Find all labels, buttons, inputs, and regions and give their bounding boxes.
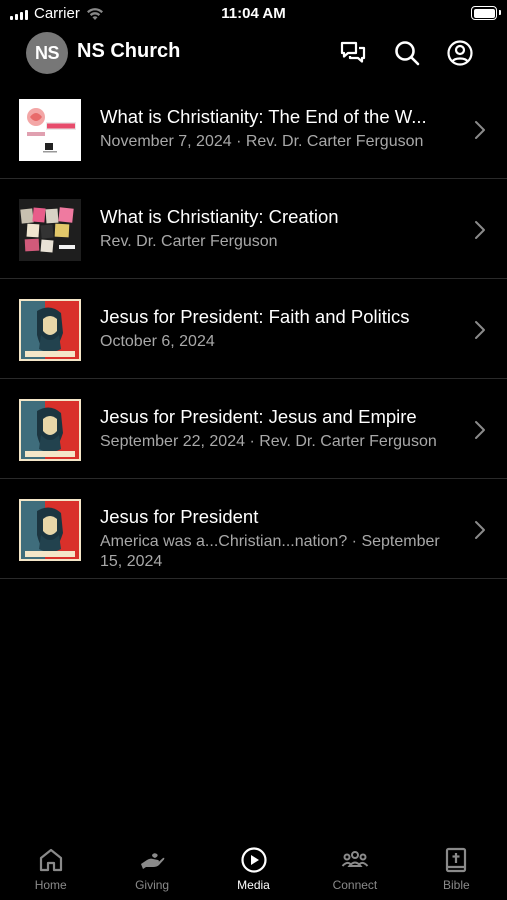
sermon-thumbnail-art [19,99,81,161]
tab-media[interactable]: Media [203,840,304,900]
tab-label: Connect [332,878,378,892]
tab-label: Media [237,878,270,892]
jesus-poster-thumbnail-art [19,299,81,361]
media-list: What is Christianity: The End of the W..… [0,79,507,579]
app-title: NS Church [77,40,181,62]
media-title: Jesus for President: Jesus and Empire [100,406,417,427]
media-thumbnail [19,399,81,461]
media-title: Jesus for President [100,506,259,527]
giving-icon [141,853,165,869]
media-thumbnail [19,199,81,261]
chevron-right-icon [475,221,485,239]
tab-label: Giving [135,878,170,892]
user-circle-icon [447,40,473,66]
search-icon [395,41,420,66]
messages-button[interactable] [338,38,368,68]
people-icon [341,851,369,867]
church-logo[interactable]: NS [26,32,68,74]
tab-bar: Home Giving Media Connect Bible [0,840,507,900]
jesus-poster-thumbnail-art [19,399,81,461]
status-bar: Carrier 11:04 AM [0,0,507,28]
media-subtitle: October 6, 2024 [100,333,215,350]
tab-connect[interactable]: Connect [304,840,405,900]
tab-home[interactable]: Home [0,840,101,900]
media-thumbnail [19,99,81,161]
status-time: 11:04 AM [221,5,286,22]
media-subtitle: November 7, 2024 · Rev. Dr. Carter Fergu… [100,133,424,150]
media-title: What is Christianity: Creation [100,206,339,227]
play-icon [240,847,267,873]
media-subtitle: September 22, 2024 · Rev. Dr. Carter Fer… [100,433,437,450]
chevron-right-icon [475,421,485,439]
media-item[interactable]: Jesus for President: Jesus and Empire Se… [0,379,507,479]
search-button[interactable] [392,38,422,68]
media-thumbnail [19,299,81,361]
media-subtitle: Rev. Dr. Carter Ferguson [100,233,278,250]
media-subtitle: America was a...Christian...nation? · Se… [100,533,440,570]
bible-icon [446,847,467,873]
media-item[interactable]: Jesus for President America was a...Chri… [0,479,507,579]
tab-label: Bible [442,878,470,892]
chevron-right-icon [475,121,485,139]
home-icon [39,848,62,872]
media-item[interactable]: What is Christianity: The End of the W..… [0,79,507,179]
media-title: What is Christianity: The End of the W..… [100,106,427,127]
chevron-right-icon [475,521,485,539]
tab-label: Home [34,878,67,892]
jesus-poster-thumbnail-art [19,499,81,561]
chevron-right-icon [475,321,485,339]
chat-bubbles-icon [340,41,366,63]
tab-bible[interactable]: Bible [406,840,507,900]
app-header: NS NS Church [0,28,507,78]
battery-icon [471,6,501,20]
collage-thumbnail-art [19,199,81,261]
media-thumbnail [19,499,81,561]
media-item[interactable]: What is Christianity: Creation Rev. Dr. … [0,179,507,279]
media-title: Jesus for President: Faith and Politics [100,306,410,327]
tab-giving[interactable]: Giving [101,840,202,900]
profile-button[interactable] [445,38,475,68]
media-item[interactable]: Jesus for President: Faith and Politics … [0,279,507,379]
